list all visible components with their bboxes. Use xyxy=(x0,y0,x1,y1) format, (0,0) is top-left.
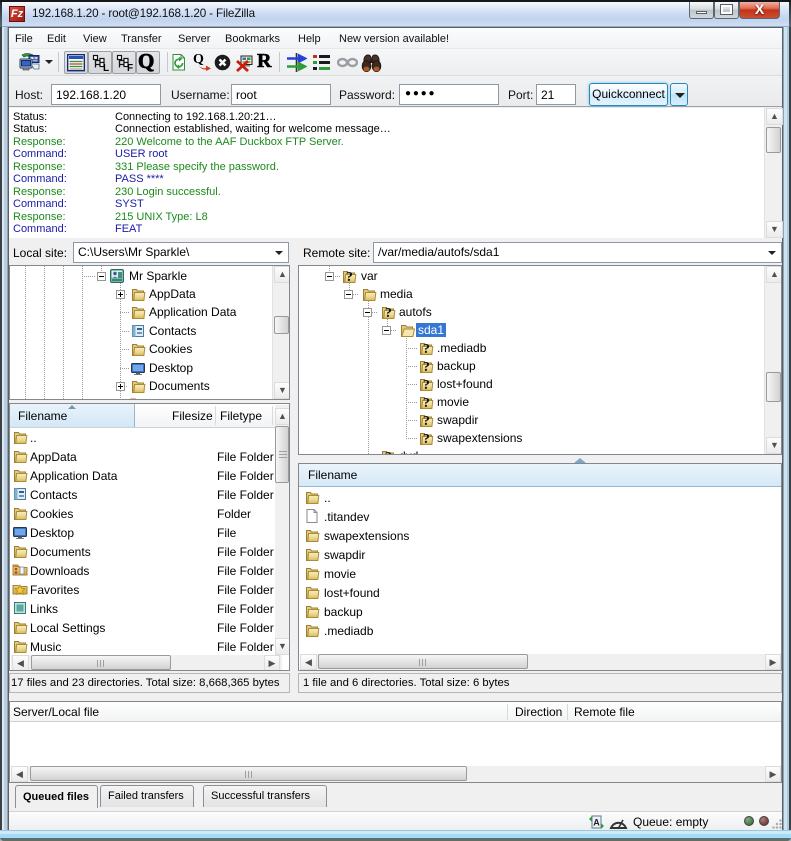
svg-text:A: A xyxy=(593,818,600,828)
svg-text:L: L xyxy=(103,63,109,72)
svg-text:F: F xyxy=(127,63,133,72)
